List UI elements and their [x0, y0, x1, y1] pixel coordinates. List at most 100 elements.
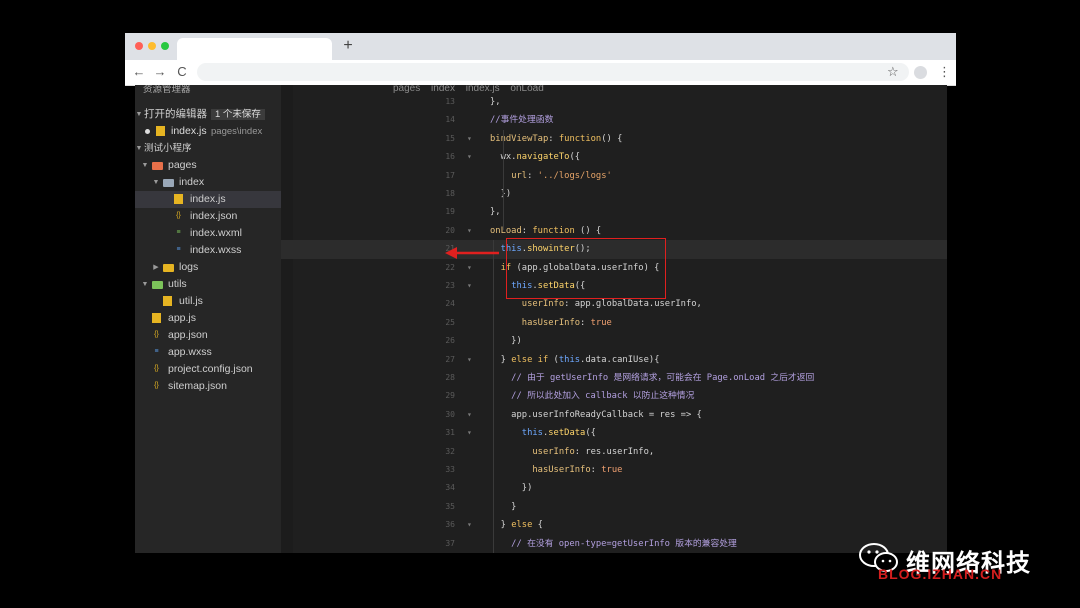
code-line[interactable]: 25 hasUserInfo: true	[281, 314, 947, 332]
open-file-name: index.js	[171, 125, 207, 137]
folder-icon	[152, 281, 163, 289]
code-line[interactable]: 15 ▾ bindViewTap: function() {	[281, 130, 947, 148]
code-line[interactable]: 34 })	[281, 479, 947, 497]
code-text: },	[490, 97, 501, 107]
code-line[interactable]: 17 url: '../logs/logs'	[281, 167, 947, 185]
line-number: 19	[445, 207, 455, 217]
tree-item[interactable]: ▼ pages	[135, 157, 281, 174]
code-line[interactable]: 32 userInfo: res.userInfo,	[281, 443, 947, 461]
code-editor[interactable]: 13}, 14 //事件处理函数 15 ▾ bindViewTap: function()…	[281, 93, 947, 553]
tree-item[interactable]: {} index.json	[135, 208, 281, 225]
fold-chevron-icon[interactable]: ▾	[467, 406, 472, 424]
code-line[interactable]: 13},	[281, 93, 947, 111]
bookmark-star-icon[interactable]: ☆	[887, 64, 899, 80]
open-editors-section[interactable]: ▼ 打开的编辑器 1 个未保存	[135, 106, 281, 123]
tree-item-label: app.json	[168, 329, 208, 341]
js-file-icon	[152, 313, 161, 323]
reload-icon[interactable]: C	[174, 64, 190, 79]
code-line[interactable]: 31 ▾ this.setData({	[281, 424, 947, 442]
code-line[interactable]: 37 // 在没有 open-type=getUserInfo 版本的兼容处理	[281, 535, 947, 553]
code-line[interactable]: 28 // 由于 getUserInfo 是网络请求，可能会在 Page.onL…	[281, 369, 947, 387]
project-label: 测试小程序	[144, 143, 192, 154]
tree-item[interactable]: ≡ index.wxml	[135, 225, 281, 242]
wxss-file-icon: ≡	[154, 348, 159, 355]
line-number: 29	[445, 391, 455, 401]
breadcrumb-item[interactable]: onLoad	[510, 85, 543, 93]
breadcrumb-item[interactable]: pages	[393, 85, 420, 93]
tree-item[interactable]: app.js	[135, 310, 281, 327]
code-text: } else {	[490, 520, 543, 531]
tree-item[interactable]: util.js	[135, 293, 281, 310]
chevron-icon[interactable]: ▼	[141, 157, 149, 174]
fold-chevron-icon[interactable]: ▾	[467, 424, 472, 442]
code-line[interactable]: 19},	[281, 203, 947, 221]
breadcrumb-item[interactable]: index	[431, 85, 455, 93]
address-bar[interactable]	[197, 63, 909, 81]
breadcrumb-item[interactable]: index.js	[466, 85, 500, 93]
browser-tab[interactable]	[177, 38, 332, 60]
json-file-icon: {}	[154, 382, 159, 389]
new-tab-button[interactable]: +	[339, 37, 357, 55]
tree-item[interactable]: {} project.config.json	[135, 361, 281, 378]
code-line[interactable]: 33 hasUserInfo: true	[281, 461, 947, 479]
code-line[interactable]: 30 ▾ app.userInfoReadyCallback = res => {	[281, 406, 947, 424]
code-line[interactable]: 26 })	[281, 332, 947, 350]
tree-item[interactable]: ▼ index	[135, 174, 281, 191]
tree-item[interactable]: ≡ index.wxss	[135, 242, 281, 259]
tree-item[interactable]: ▶ logs	[135, 259, 281, 276]
chevron-icon[interactable]: ▼	[141, 276, 149, 293]
tree-item[interactable]: index.js	[135, 191, 281, 208]
fold-chevron-icon[interactable]: ▾	[467, 516, 472, 534]
tree-item[interactable]: {} sitemap.json	[135, 378, 281, 395]
open-file-path: pages\index	[211, 126, 263, 137]
code-text: // 所以此处加入 callback 以防止这种情况	[490, 391, 695, 402]
code-text: },	[490, 207, 501, 218]
fold-chevron-icon[interactable]: ▾	[467, 277, 472, 295]
ide-window: 资源管理器 ▼ 打开的编辑器 1 个未保存 index.js pages\inde…	[135, 85, 947, 553]
maximize-window-button[interactable]	[161, 42, 169, 50]
project-section[interactable]: ▼ 测试小程序	[135, 140, 281, 157]
open-editor-item[interactable]: index.js pages\index	[135, 123, 281, 140]
code-line[interactable]: 36 ▾ } else {	[281, 516, 947, 534]
minimize-window-button[interactable]	[148, 42, 156, 50]
tree-item[interactable]: ≡ app.wxss	[135, 344, 281, 361]
fold-chevron-icon[interactable]: ▾	[467, 259, 472, 277]
code-line[interactable]: 18 })	[281, 185, 947, 203]
js-file-icon	[174, 194, 183, 204]
line-number: 36	[445, 520, 455, 530]
code-line[interactable]: 27 ▾ } else if (this.data.canIUse){	[281, 351, 947, 369]
tree-item-label: app.wxss	[168, 346, 212, 358]
fold-chevron-icon[interactable]: ▾	[467, 148, 472, 166]
line-number: 23	[445, 281, 455, 290]
fold-chevron-icon[interactable]: ▾	[467, 130, 472, 148]
chevron-icon[interactable]: ▶	[152, 259, 160, 276]
folder-icon	[163, 264, 174, 272]
line-number: 24	[445, 299, 455, 309]
watermark-domain: BLOG.IZHAN.CN	[878, 566, 1003, 582]
annotation-arrow-icon	[445, 247, 499, 259]
tree-item[interactable]: {} app.json	[135, 327, 281, 344]
code-line[interactable]: 29 // 所以此处加入 callback 以防止这种情况	[281, 387, 947, 405]
chevron-icon[interactable]: ▼	[152, 174, 160, 191]
tree-item-label: index.js	[190, 193, 226, 205]
tree-item-label: pages	[168, 159, 197, 171]
fold-chevron-icon[interactable]: ▾	[467, 222, 472, 240]
browser-menu-icon[interactable]: ⋮	[938, 64, 951, 80]
code-line[interactable]: 35 }	[281, 498, 947, 516]
profile-avatar[interactable]	[914, 66, 927, 79]
code-text: this.setData({	[521, 428, 596, 439]
js-file-icon	[156, 126, 165, 136]
tree-item-label: index.wxml	[190, 227, 242, 239]
code-line[interactable]: 14 //事件处理函数	[281, 111, 947, 129]
forward-icon[interactable]: →	[152, 64, 168, 79]
tree-item[interactable]: ▼ utils	[135, 276, 281, 293]
line-number: 30	[445, 409, 455, 419]
browser-window: + ← → C ☆ ⋮	[125, 33, 956, 86]
fold-chevron-icon[interactable]: ▾	[467, 351, 472, 369]
code-line[interactable]: 16 ▾ wx.navigateTo({	[281, 148, 947, 166]
back-icon[interactable]: ←	[131, 64, 147, 79]
code-text: hasUserInfo: true	[521, 317, 612, 328]
tree-item-label: utils	[168, 278, 187, 290]
wxss-file-icon: ≡	[176, 246, 181, 253]
close-window-button[interactable]	[135, 42, 143, 50]
